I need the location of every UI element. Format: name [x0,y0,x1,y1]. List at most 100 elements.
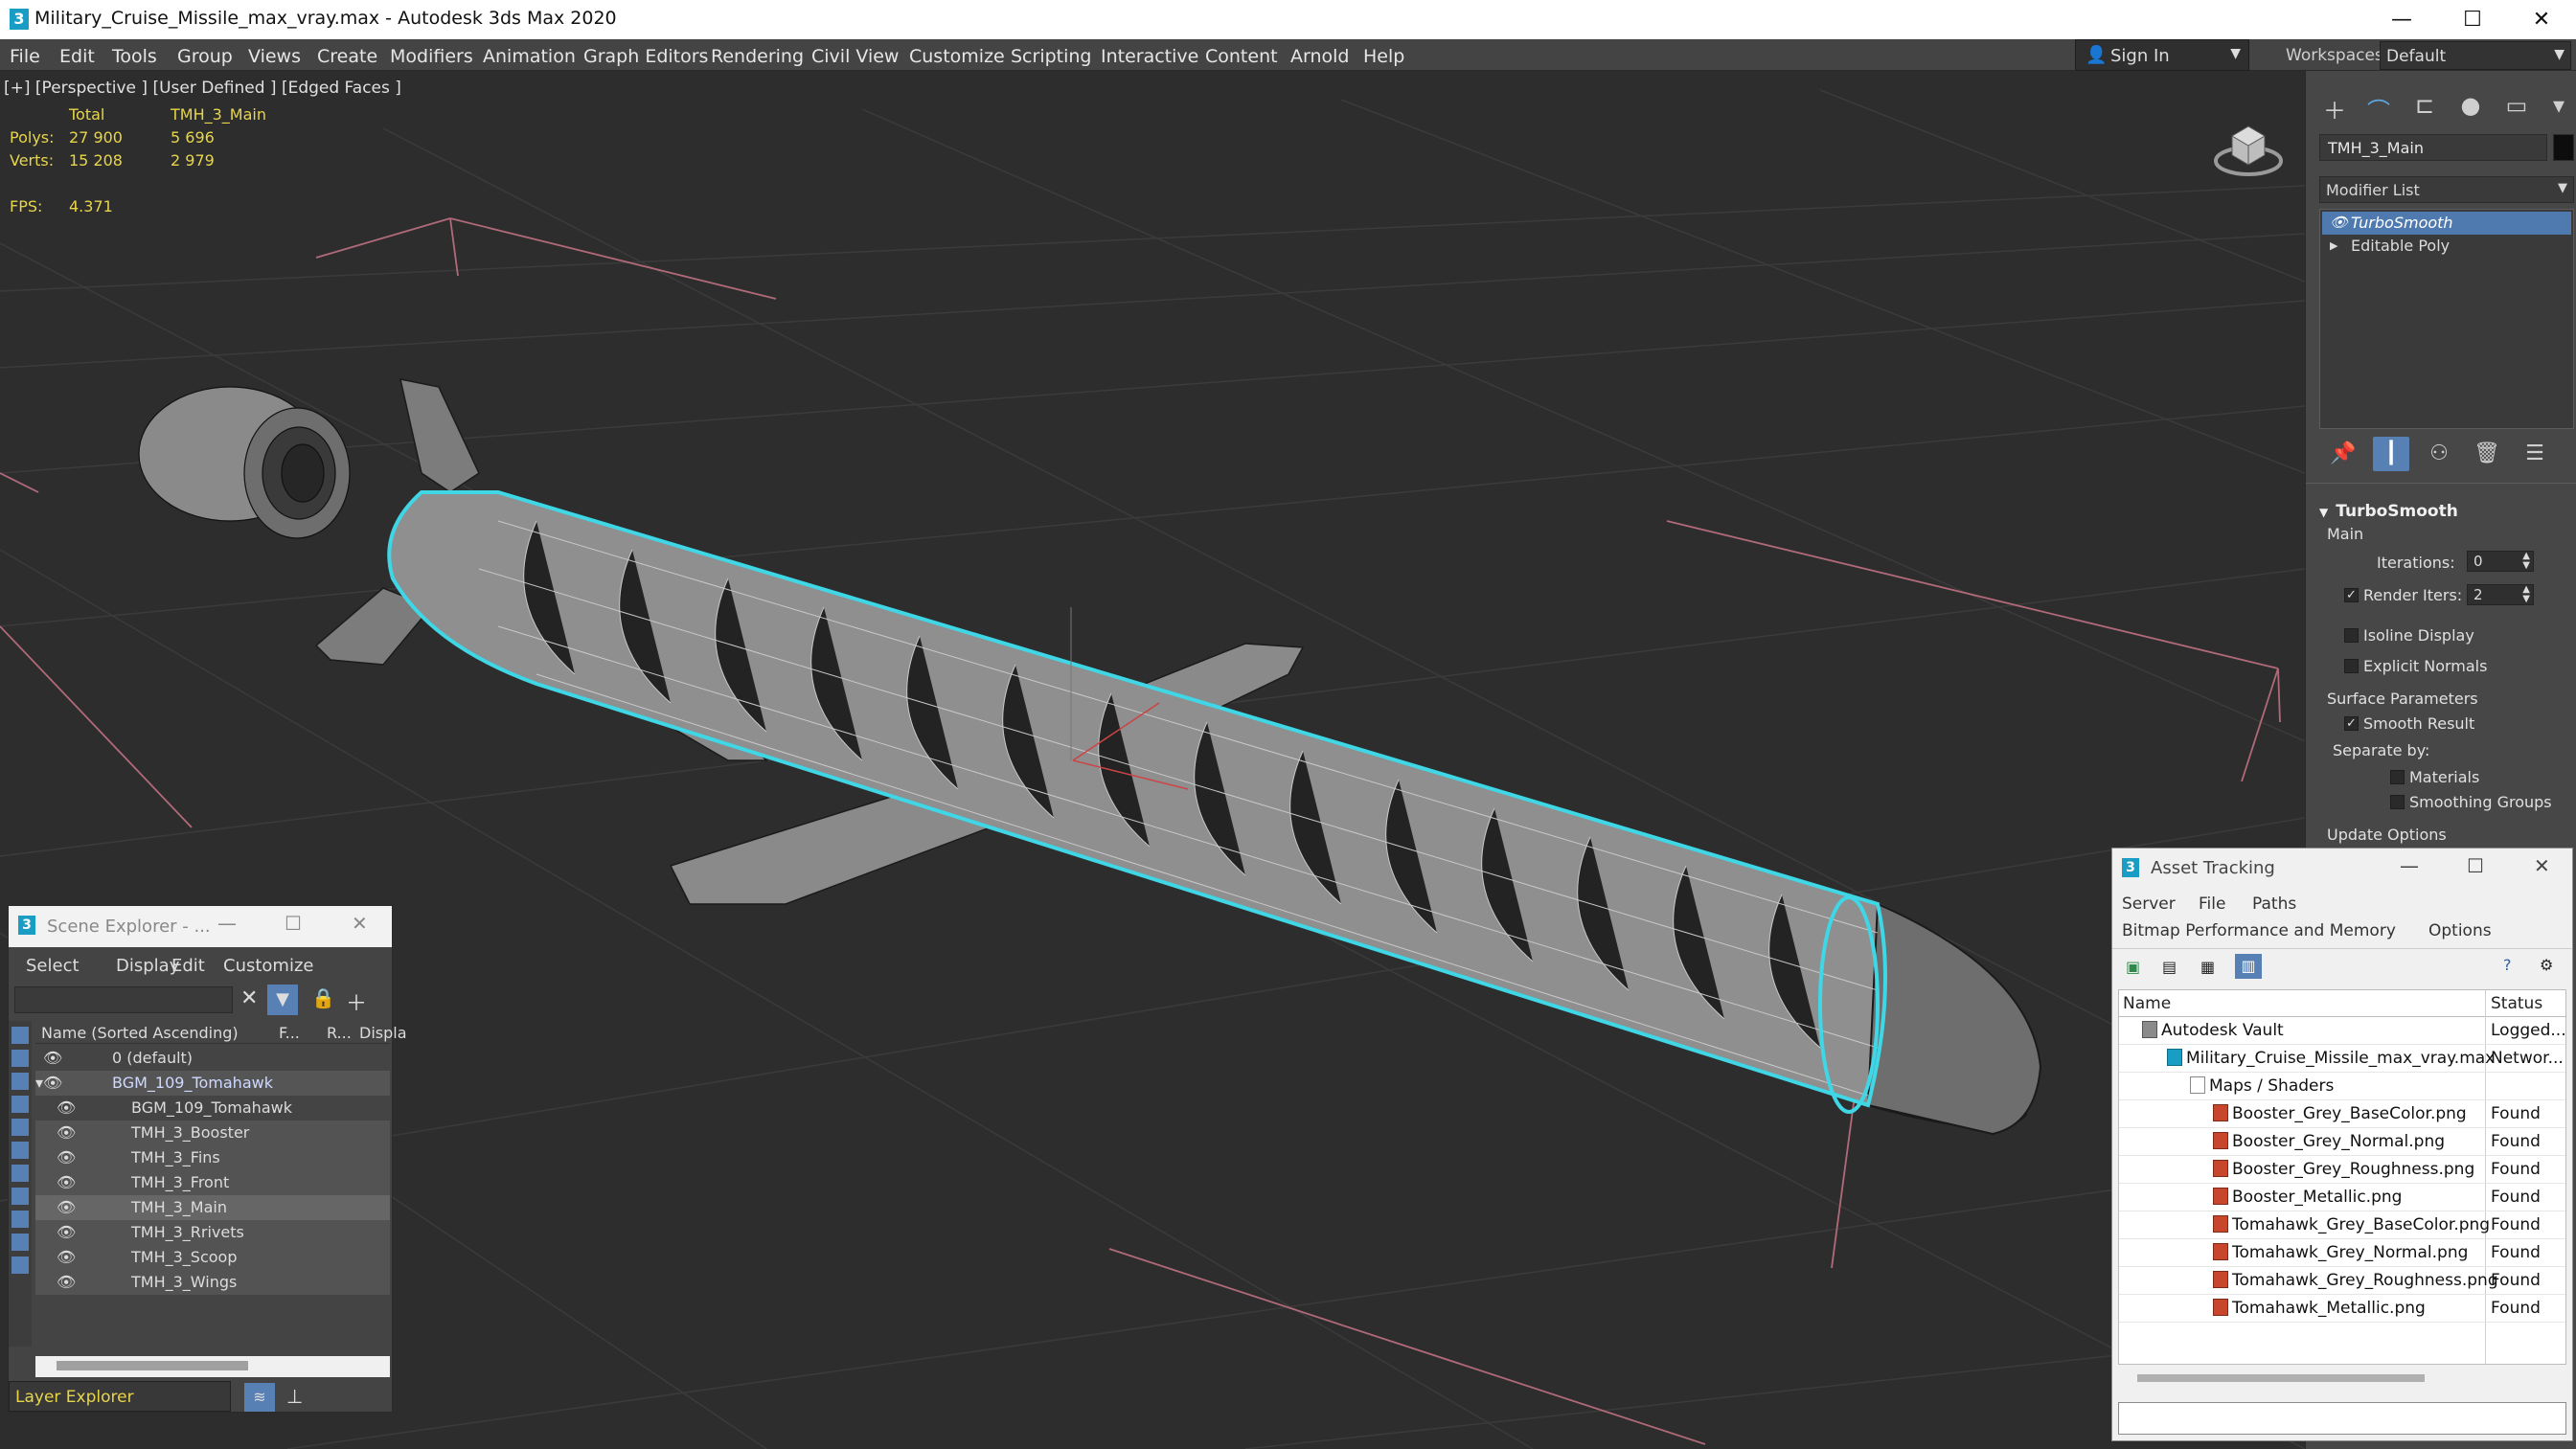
motion-icon[interactable]: ● [2453,92,2488,121]
filter-frozen-icon[interactable] [11,1257,29,1274]
grid-view-icon[interactable]: ▦ [2200,958,2215,976]
minimize-button[interactable]: — [2400,854,2419,877]
filter-warps-icon[interactable] [11,1142,29,1159]
help-icon[interactable]: ? [2503,956,2512,974]
list-item[interactable]: 👁 TMH_3_Fins [35,1145,390,1170]
display-icon[interactable]: ▭ [2499,92,2534,121]
menu-arnold[interactable]: Arnold [1290,46,1349,67]
create-icon[interactable]: ＋ [2317,92,2352,125]
layers-icon[interactable]: ≋ [244,1383,275,1412]
close-button[interactable]: ✕ [2508,0,2575,39]
utilities-icon[interactable]: ▾ [2542,92,2576,121]
list-item[interactable]: 👁 BGM_109_Tomahawk [35,1096,390,1121]
menu-tools[interactable]: Tools [112,46,157,67]
list-item[interactable]: 👁 TMH_3_Wings [35,1270,390,1295]
scene-explorer-titlebar[interactable]: 3 Scene Explorer - ... — ☐ ✕ [9,906,392,947]
menu-display[interactable]: Display [116,956,179,976]
menu-edit[interactable]: Edit [171,956,205,976]
menu-options[interactable]: Options [2428,921,2492,940]
turbosmooth-rollout-title[interactable]: ▼ TurboSmooth [2319,502,2574,521]
sign-in-button[interactable]: 👤 Sign In ▼ [2075,39,2249,71]
table-row[interactable]: Maps / Shaders [2119,1073,2565,1100]
eye-icon[interactable]: 👁 [57,1173,76,1191]
menu-paths[interactable]: Paths [2252,894,2296,914]
filter-geometry-icon[interactable] [11,1027,29,1044]
menu-views[interactable]: Views [248,46,301,67]
expand-arrow-icon[interactable]: ▶ [2330,239,2337,252]
scrollbar-thumb[interactable] [57,1361,248,1370]
stack-item-turbosmooth[interactable]: 👁 TurboSmooth [2322,212,2571,235]
eye-icon[interactable]: ▾👁 [35,1074,62,1092]
menu-scripting[interactable]: Scripting [1011,46,1092,67]
filter-cameras-icon[interactable] [11,1096,29,1113]
eye-icon[interactable]: 👁 [57,1148,76,1166]
spinner-arrows-icon[interactable]: ▲ ▼ [2522,585,2530,604]
menu-rendering[interactable]: Rendering [711,46,804,67]
list-item[interactable]: 👁 TMH_3_Main [35,1195,390,1220]
list-item[interactable]: ▾👁 BGM_109_Tomahawk [35,1071,390,1096]
viewcube-icon[interactable] [2213,109,2284,180]
asset-path-field[interactable] [2118,1402,2566,1435]
menu-interactive[interactable]: Interactive [1101,46,1198,67]
filter-shapes-icon[interactable] [11,1050,29,1067]
horizontal-scrollbar[interactable] [2118,1370,2566,1387]
isoline-checkbox[interactable] [2344,628,2359,643]
layer-explorer-dropdown[interactable]: Layer Explorer [9,1381,231,1412]
lock-icon[interactable]: 🔒 [311,986,335,1009]
minimize-button[interactable]: — [217,912,237,935]
minimize-button[interactable]: — [2368,0,2435,39]
explicit-normals-checkbox[interactable] [2344,659,2359,673]
modifier-list-dropdown[interactable]: Modifier List ▼ [2319,176,2574,203]
table-row[interactable]: Tomahawk_Metallic.png Found [2119,1295,2565,1323]
maximize-button[interactable]: ☐ [2467,854,2484,877]
menu-server[interactable]: Server [2122,894,2176,914]
menu-file[interactable]: File [10,46,40,67]
scrollbar-thumb[interactable] [2137,1374,2425,1382]
menu-create[interactable]: Create [317,46,377,67]
column-status[interactable]: Status [2491,994,2542,1013]
horizontal-scrollbar[interactable] [35,1356,390,1377]
list-item[interactable]: 👁 TMH_3_Rrivets [35,1220,390,1245]
column-name[interactable]: Name [2123,994,2171,1013]
eye-icon[interactable]: 👁 [43,1049,62,1067]
materials-checkbox[interactable] [2390,770,2405,784]
settings-icon[interactable]: ⚙ [2540,956,2553,974]
table-row[interactable]: Military_Cruise_Missile_max_vray.max Netw… [2119,1045,2565,1073]
menu-graph-editors[interactable]: Graph Editors [583,46,708,67]
workspaces-select[interactable]: Default ▼ [2380,41,2571,70]
table-row[interactable]: Booster_Grey_Roughness.png Found [2119,1156,2565,1184]
menu-content[interactable]: Content [1205,46,1278,67]
scene-search-input[interactable] [14,986,233,1013]
close-button[interactable]: ✕ [352,912,368,935]
eye-icon[interactable]: 👁 [57,1198,76,1216]
menu-customize[interactable]: Customize [909,46,1005,67]
list-item[interactable]: 👁 0 (default) [35,1046,390,1071]
viewport-label[interactable]: [+] [Perspective ] [User Defined ] [Edge… [4,79,401,98]
menu-help[interactable]: Help [1363,46,1404,67]
remove-modifier-icon[interactable]: 🗑 [2469,437,2505,471]
column-render[interactable]: R... [327,1024,352,1042]
eye-icon[interactable]: 👁 [2330,214,2348,231]
list-item[interactable]: 👁 TMH_3_Front [35,1170,390,1195]
smoothing-groups-checkbox[interactable] [2390,795,2405,809]
render-iters-checkbox[interactable]: ✓ [2344,588,2359,602]
column-frozen[interactable]: F... [279,1024,300,1042]
object-name-field[interactable]: TMH_3_Main [2319,134,2547,161]
stack-item-editable-poly[interactable]: ▶ Editable Poly [2322,235,2571,258]
menu-customize[interactable]: Customize [223,956,313,976]
column-name[interactable]: Name (Sorted Ascending) [41,1024,239,1042]
menu-bitmap-performance[interactable]: Bitmap Performance and Memory [2122,921,2396,940]
eye-icon[interactable]: 👁 [57,1248,76,1266]
menu-animation[interactable]: Animation [483,46,576,67]
filter-xrefs-icon[interactable] [11,1188,29,1205]
filter-icon[interactable]: ▼ [267,985,298,1015]
modify-icon[interactable]: ⌒ [2361,92,2396,125]
column-display[interactable]: Displa [359,1024,407,1042]
filter-bones-icon[interactable] [11,1211,29,1228]
render-iters-spinner[interactable]: 2 ▲ ▼ [2467,584,2534,605]
eye-icon[interactable]: 👁 [57,1098,76,1117]
refresh-icon[interactable]: ▣ [2126,958,2140,976]
menu-edit[interactable]: Edit [59,46,95,67]
table-row[interactable]: Tomahawk_Grey_Roughness.png Found [2119,1267,2565,1295]
eye-icon[interactable]: 👁 [57,1223,76,1241]
